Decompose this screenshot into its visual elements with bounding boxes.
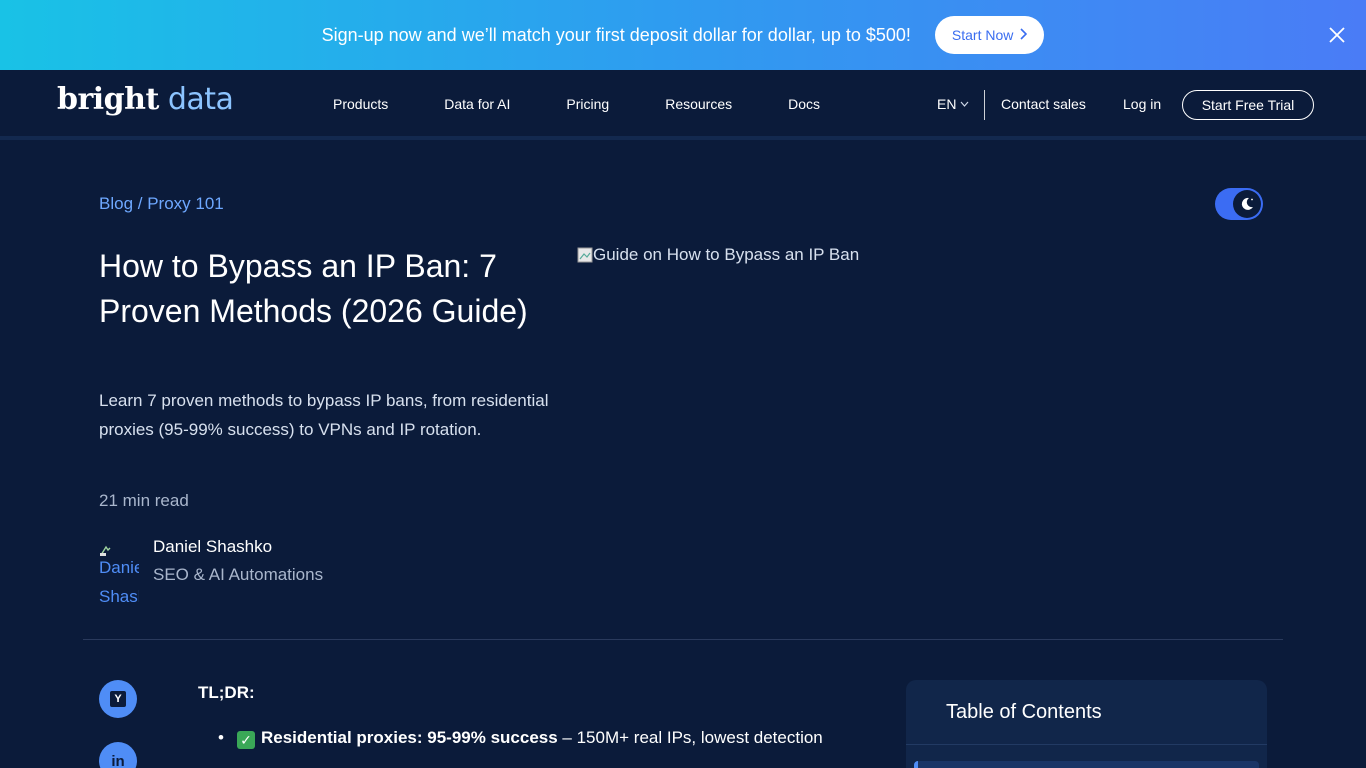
section-divider xyxy=(83,639,1283,640)
toc-divider xyxy=(906,744,1267,745)
bullet-dot: • xyxy=(218,728,224,747)
close-icon[interactable] xyxy=(1326,24,1348,46)
read-time: 21 min read xyxy=(99,491,189,510)
list-item: • ✓ Residential proxies: 95-99% success –… xyxy=(218,725,838,750)
bright-data-logo[interactable]: bright data xyxy=(57,82,234,117)
author-role: SEO & AI Automations xyxy=(153,565,324,584)
share-ycombinator-button[interactable]: Y xyxy=(99,680,137,718)
table-of-contents: Table of Contents xyxy=(906,680,1267,768)
nav-docs[interactable]: Docs xyxy=(788,96,820,112)
broken-image-icon xyxy=(577,247,593,263)
site-header: bright data Products Data for AI Pricing… xyxy=(0,70,1366,140)
chevron-down-icon xyxy=(960,99,969,109)
logo-light: data xyxy=(158,82,234,117)
share-linkedin-button[interactable]: in xyxy=(99,742,137,768)
nav-resources[interactable]: Resources xyxy=(665,96,732,112)
linkedin-icon: in xyxy=(111,752,125,768)
hero-image-alt: Guide on How to Bypass an IP Ban xyxy=(593,245,860,264)
theme-toggle[interactable] xyxy=(1215,188,1263,220)
promo-banner: Sign-up now and we’ll match your first d… xyxy=(0,0,1366,70)
ycombinator-icon: Y xyxy=(110,691,126,707)
bullet-rest: – 150M+ real IPs, lowest detection xyxy=(557,728,823,747)
hero-image: Guide on How to Bypass an IP Ban xyxy=(577,245,859,265)
start-now-button[interactable]: Start Now xyxy=(934,16,1045,54)
toc-title: Table of Contents xyxy=(946,701,1102,723)
language-selector[interactable]: EN xyxy=(937,96,969,112)
author-avatar-alt: Daniel Shashko xyxy=(99,558,139,606)
start-now-label: Start Now xyxy=(951,27,1014,43)
language-label: EN xyxy=(937,96,957,112)
start-free-trial-button[interactable]: Start Free Trial xyxy=(1182,90,1314,120)
author-avatar: Daniel Shashko xyxy=(99,543,139,613)
bullet-bold: Residential proxies: 95-99% success xyxy=(261,728,558,747)
nav-pricing[interactable]: Pricing xyxy=(566,96,609,112)
nav-data-for-ai[interactable]: Data for AI xyxy=(444,96,510,112)
breadcrumb[interactable]: Blog / Proxy 101 xyxy=(99,194,224,214)
check-icon: ✓ xyxy=(237,731,255,749)
promo-text: Sign-up now and we’ll match your first d… xyxy=(321,24,911,45)
article-title: How to Bypass an IP Ban: 7 Proven Method… xyxy=(99,248,528,329)
logo-bold: bright xyxy=(57,82,159,117)
author-name[interactable]: Daniel Shashko xyxy=(153,537,272,557)
main-nav: Products Data for AI Pricing Resources D… xyxy=(333,96,876,112)
tldr-heading: TL;DR: xyxy=(198,683,255,702)
toc-active-item[interactable] xyxy=(914,761,1259,768)
login-link[interactable]: Log in xyxy=(1123,96,1161,112)
article-subtitle: Learn 7 proven methods to bypass IP bans… xyxy=(99,391,549,439)
broken-image-icon xyxy=(100,545,111,556)
moon-icon xyxy=(1233,190,1261,218)
header-divider xyxy=(984,90,985,120)
chevron-right-icon xyxy=(1019,27,1028,43)
contact-sales-link[interactable]: Contact sales xyxy=(1001,96,1086,112)
nav-products[interactable]: Products xyxy=(333,96,388,112)
